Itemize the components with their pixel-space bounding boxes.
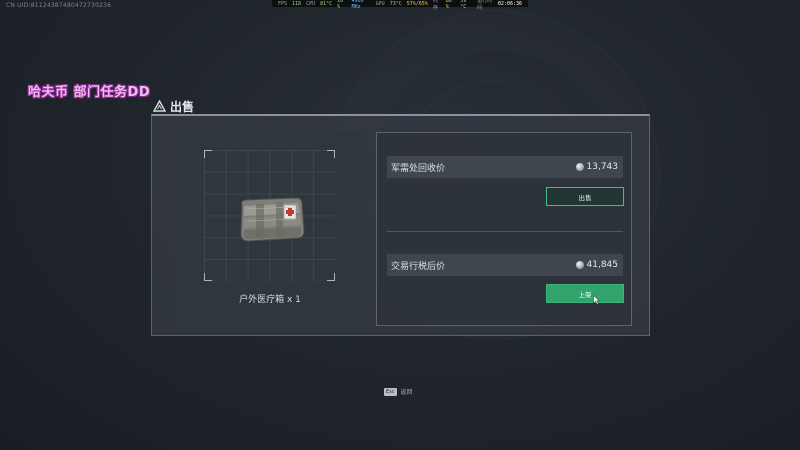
frame-corner: [204, 273, 212, 281]
runtime-value: 02:06:36: [497, 0, 522, 7]
military-price-value: 13,743: [586, 162, 619, 172]
fps-label: FPS: [278, 0, 288, 7]
mem-label: 内存: [432, 0, 438, 11]
item-name: 户外医疗箱 x 1: [239, 295, 301, 305]
coin-icon: [575, 261, 584, 269]
cursor-icon: [593, 295, 600, 305]
gpu-label: GPU: [375, 0, 385, 7]
military-price-row: 军需处回收价 13,743: [387, 156, 623, 178]
military-price-label: 军需处回收价: [391, 163, 446, 174]
gpu-usage: 57%/65%: [406, 0, 428, 7]
frame-corner: [204, 150, 212, 158]
list-on-market-button[interactable]: 上架: [546, 284, 624, 303]
military-price: 13,743: [575, 162, 619, 172]
cpu-usage: 16 %: [337, 0, 344, 10]
item-preview-panel: 户外医疗箱 x 1: [173, 133, 367, 327]
market-price-row: 交易行税后价 41,845: [387, 254, 623, 276]
frame-corner: [327, 273, 335, 281]
coin-icon: [575, 163, 584, 171]
frame-corner: [327, 150, 335, 158]
sell-dialog: 户外医疗箱 x 1 军需处回收价 13,743 出售 交易行税后价 41,845…: [151, 114, 650, 336]
back-label: 返回: [400, 389, 413, 396]
esc-key-badge: Esc: [384, 387, 397, 396]
cpu-label: CPU: [306, 0, 316, 7]
sell-dialog-title: 出售: [170, 99, 195, 114]
section-divider: [387, 231, 623, 232]
cpu-freq: 4900 MHz: [351, 0, 364, 10]
cpu-temp: 81°C: [320, 0, 333, 7]
warning-triangle-icon: [153, 100, 166, 112]
mem-temp: 59 °C: [460, 0, 467, 10]
sell-button[interactable]: 出售: [546, 187, 624, 206]
performance-overlay: FPS 118 CPU 81°C 16 % 4900 MHz GPU 73°C …: [272, 0, 528, 11]
market-price-value: 41,845: [586, 260, 619, 270]
runtime-label: 运行时间: [477, 0, 493, 11]
market-price: 41,845: [575, 260, 619, 270]
gpu-temp: 73°C: [389, 0, 402, 7]
market-price-label: 交易行税后价: [391, 261, 446, 272]
mem-usage: 80 %: [445, 0, 452, 10]
medical-case-icon: [240, 197, 305, 242]
fps-value: 118: [292, 0, 302, 7]
esc-back-hint[interactable]: Esc 返回: [384, 387, 413, 396]
uid-watermark: CN UID:81124387480472730236: [6, 2, 112, 9]
stream-caption: 哈夫币 部门任务DD: [28, 85, 151, 100]
sell-dialog-header: 出售: [153, 98, 194, 114]
